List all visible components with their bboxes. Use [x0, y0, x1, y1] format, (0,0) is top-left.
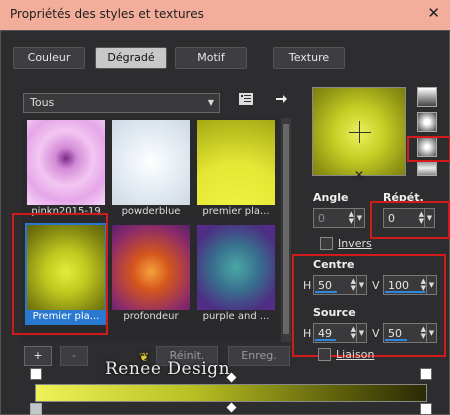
rectangular-gradient-button[interactable] [417, 112, 437, 132]
gradient-swatch [27, 120, 105, 205]
highlight-box-repeat [370, 201, 450, 239]
tab-degrade[interactable]: Dégradé [95, 47, 167, 69]
gradient-stop-bottom-left[interactable] [30, 403, 42, 415]
highlight-box-center-source [292, 254, 446, 357]
gallery-item[interactable]: purple and ... [195, 223, 277, 325]
remove-stop-button[interactable]: - [60, 346, 88, 366]
tab-texture[interactable]: Texture [273, 47, 345, 69]
gallery-item-label: purple and ... [202, 311, 270, 322]
watermark-text: Renee Design [105, 359, 231, 379]
chevron-down-icon: ▼ [207, 98, 214, 107]
linear-gradient-button[interactable] [417, 87, 437, 107]
gradient-stop-top-right[interactable] [420, 368, 432, 380]
crosshair-icon [359, 121, 360, 143]
watermark: ❦ Renee Design [105, 350, 231, 379]
gallery-item-label: premier pla... [202, 206, 270, 217]
gallery-item-label: powderblue [121, 206, 181, 217]
gradient-stop-top-left[interactable] [30, 368, 42, 380]
tab-couleur[interactable]: Couleur [13, 47, 85, 69]
gradient-swatch [197, 225, 275, 310]
arrow-right-icon[interactable] [272, 92, 290, 110]
add-stop-button[interactable]: + [24, 346, 52, 366]
gallery-item[interactable]: profondeur [110, 223, 192, 325]
chevron-down-icon[interactable]: ▼ [354, 209, 364, 227]
scrollbar-thumb[interactable] [283, 124, 289, 334]
highlight-box-selected-gradient [12, 213, 108, 335]
category-dropdown[interactable]: Tous ▼ [23, 93, 220, 113]
tab-motif[interactable]: Motif [175, 47, 247, 69]
gradient-bar[interactable] [35, 384, 427, 402]
link-label: Liaison [336, 348, 375, 361]
invert-label: Invers [338, 237, 372, 250]
gallery-scrollbar[interactable] [281, 118, 291, 342]
gradient-swatch [112, 120, 190, 205]
crosshair-icon [349, 132, 371, 133]
gradient-stop-bottom-right[interactable] [420, 403, 432, 415]
gallery-item[interactable]: powderblue [110, 118, 192, 220]
gradient-preview[interactable]: ✕ [312, 87, 406, 182]
window-title: Propriétés des styles et textures [10, 7, 204, 21]
category-value: Tous [30, 96, 55, 109]
gallery-item[interactable]: pinkn2015-19 [25, 118, 107, 220]
angle-field[interactable]: 0 ▲ ▼ ▼ [313, 208, 365, 228]
gallery-item-label: profondeur [123, 311, 179, 322]
close-icon[interactable]: ✕ [427, 4, 440, 22]
resource-manager-icon[interactable] [237, 92, 255, 110]
title-bar: Propriétés des styles et textures ✕ [0, 0, 450, 30]
highlight-box-gradient-type [407, 136, 450, 162]
save-button[interactable]: Enreg. [228, 346, 290, 366]
link-checkbox[interactable] [318, 348, 331, 361]
angle-value: 0 [318, 212, 325, 225]
angle-label: Angle [313, 191, 349, 204]
gradient-swatch [197, 120, 275, 205]
focal-point-icon: ✕ [354, 168, 365, 182]
gradient-swatch [112, 225, 190, 310]
butterfly-icon: ❦ [139, 350, 150, 364]
gallery-item[interactable]: premier pla... [195, 118, 277, 220]
invert-checkbox[interactable] [320, 237, 333, 250]
radial-gradient-button[interactable] [417, 160, 437, 176]
